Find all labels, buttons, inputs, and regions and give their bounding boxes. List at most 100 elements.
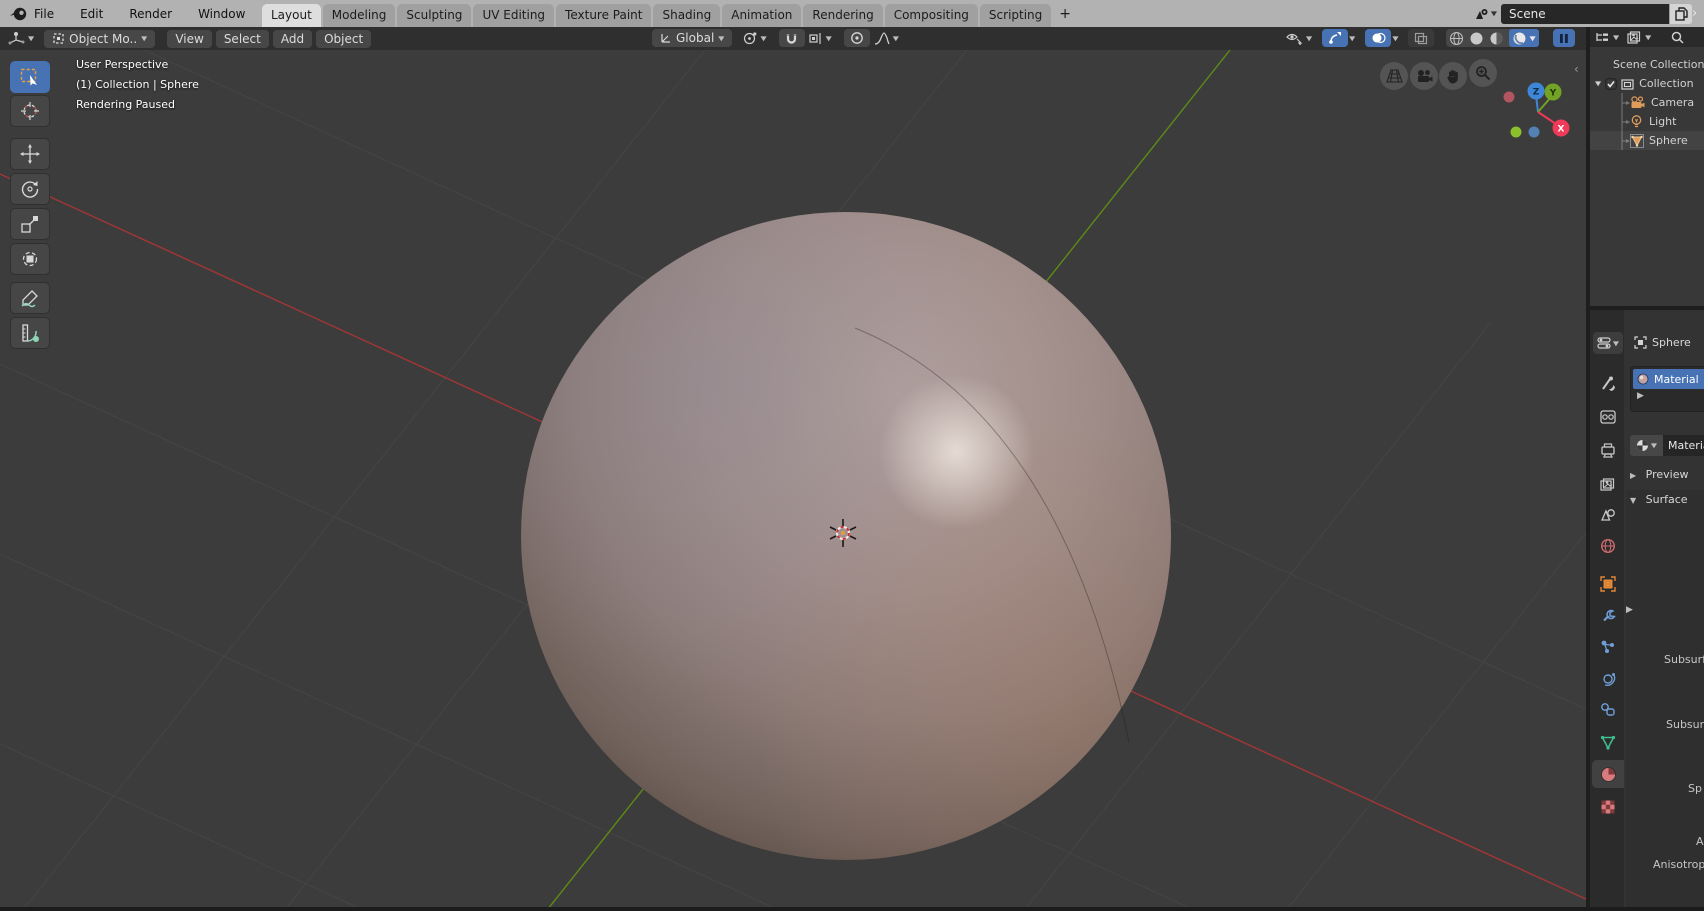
axis-y-neg-ball[interactable] xyxy=(1511,127,1522,138)
properties-editor-type-button[interactable]: ▼ xyxy=(1593,332,1623,354)
material-name-field[interactable]: Material xyxy=(1663,435,1704,456)
tab-constraints[interactable] xyxy=(1592,696,1624,724)
pivot-icon xyxy=(742,31,757,46)
outliner-row-light[interactable]: Light xyxy=(1590,112,1704,131)
tab-layout[interactable]: Layout xyxy=(262,4,321,27)
tool-annotate[interactable] xyxy=(10,282,50,314)
outliner-filter-dropdown[interactable]: ▼ xyxy=(1595,31,1619,44)
blender-logo-icon[interactable] xyxy=(9,5,28,22)
pan-view-button[interactable] xyxy=(1439,62,1467,90)
menu-edit[interactable]: Edit xyxy=(80,7,103,21)
panel-surface-header[interactable]: ▼ Surface xyxy=(1630,493,1688,506)
collapse-region-arrow[interactable]: ‹ xyxy=(1574,62,1579,76)
proportional-falloff-dropdown[interactable]: ▼ xyxy=(874,32,899,45)
camera-view-button[interactable] xyxy=(1410,62,1438,90)
tab-world[interactable] xyxy=(1592,532,1624,560)
tab-particles[interactable] xyxy=(1592,633,1624,661)
tab-output[interactable] xyxy=(1592,436,1624,464)
outliner-display-mode-dropdown[interactable]: ▼ xyxy=(1627,30,1651,44)
unlink-scene-button[interactable]: › xyxy=(1692,4,1704,24)
menu-file[interactable]: File xyxy=(34,7,54,21)
tool-move[interactable] xyxy=(10,138,50,170)
tab-view-layer[interactable] xyxy=(1592,469,1624,497)
gizmo-dropdown[interactable]: ▼ xyxy=(1349,34,1355,41)
add-workspace-button[interactable]: + xyxy=(1053,4,1077,27)
editor-type-button[interactable]: ▼ xyxy=(8,31,34,46)
tab-shading[interactable]: Shading xyxy=(653,4,720,27)
shading-wireframe-button[interactable] xyxy=(1449,31,1464,46)
render-tab-icon xyxy=(1600,410,1616,424)
scene-name-field[interactable]: Scene xyxy=(1501,4,1669,24)
slot-expand-arrow[interactable]: ▶ xyxy=(1637,391,1644,401)
xray-toggle[interactable] xyxy=(1408,29,1434,47)
surface-label-anisotropic-rotation: Anisotropi xyxy=(1653,858,1704,871)
view-menu[interactable]: View xyxy=(167,30,211,48)
show-overlays-toggle[interactable] xyxy=(1365,29,1391,47)
tab-scene[interactable] xyxy=(1592,500,1624,528)
shading-material-button[interactable] xyxy=(1489,31,1504,46)
shading-solid-button[interactable] xyxy=(1469,31,1484,46)
axis-x-neg-ball[interactable] xyxy=(1504,92,1515,103)
tab-texture[interactable] xyxy=(1592,793,1624,821)
outliner-row-camera[interactable]: Camera xyxy=(1590,93,1704,112)
tab-compositing[interactable]: Compositing xyxy=(885,4,978,27)
tab-physics[interactable] xyxy=(1592,665,1624,693)
select-menu[interactable]: Select xyxy=(216,30,269,48)
viewport-3d[interactable]: User Perspective (1) Collection | Sphere… xyxy=(0,50,1588,911)
tab-sculpting[interactable]: Sculpting xyxy=(397,4,471,27)
tab-material[interactable] xyxy=(1592,760,1624,788)
browse-material-button[interactable]: ▼ xyxy=(1630,435,1663,456)
tab-rendering[interactable]: Rendering xyxy=(803,4,882,27)
checkbox-checked-icon[interactable] xyxy=(1605,78,1617,90)
overlays-dropdown[interactable]: ▼ xyxy=(1392,34,1398,41)
panel-preview-header[interactable]: ▶ Preview xyxy=(1630,468,1688,481)
pivot-point-dropdown[interactable]: ▼ xyxy=(742,31,766,46)
move-icon xyxy=(20,144,40,164)
tab-object[interactable] xyxy=(1592,570,1624,598)
tool-select-box[interactable] xyxy=(10,61,50,93)
expand-arrow-icon[interactable]: ▼ xyxy=(1595,80,1601,87)
snap-toggle[interactable] xyxy=(779,29,805,47)
object-visibility-dropdown[interactable]: ▼ xyxy=(1286,31,1312,45)
object-menu[interactable]: Object xyxy=(316,30,371,48)
menu-window[interactable]: Window xyxy=(198,7,245,21)
material-slot-selected[interactable]: Material xyxy=(1633,369,1704,389)
outliner-row-collection[interactable]: ▼ Collection xyxy=(1590,74,1704,93)
proportional-editing-toggle[interactable] xyxy=(844,29,870,47)
tab-object-data[interactable] xyxy=(1592,728,1624,756)
outliner-search-icon[interactable] xyxy=(1671,31,1684,44)
tab-modifiers[interactable] xyxy=(1592,602,1624,630)
socket-expand-arrow[interactable]: ▶ xyxy=(1626,605,1633,615)
new-scene-button[interactable] xyxy=(1669,4,1692,24)
mode-dropdown[interactable]: Object Mo.. ▼ xyxy=(44,30,155,48)
snap-target-dropdown[interactable]: ▼ xyxy=(809,32,832,45)
tool-rotate[interactable] xyxy=(10,173,50,205)
shading-rendered-button[interactable]: ▼ xyxy=(1509,29,1538,47)
zoom-view-button[interactable] xyxy=(1469,59,1497,87)
show-gizmo-toggle[interactable] xyxy=(1322,29,1348,47)
pause-render-button[interactable] xyxy=(1553,29,1575,47)
toggle-perspective-button[interactable] xyxy=(1380,62,1408,90)
tab-modeling[interactable]: Modeling xyxy=(323,4,396,27)
outliner-row-scene-collection[interactable]: Scene Collection xyxy=(1590,55,1704,74)
tab-texture-paint[interactable]: Texture Paint xyxy=(556,4,651,27)
tab-render[interactable] xyxy=(1592,403,1624,431)
axis-z-neg-ball[interactable] xyxy=(1529,127,1540,138)
tool-measure[interactable] xyxy=(10,317,50,349)
menu-render[interactable]: Render xyxy=(129,7,172,21)
axis-gizmo[interactable]: Z Y X xyxy=(1498,68,1582,148)
tool-scale[interactable] xyxy=(10,208,50,240)
add-menu[interactable]: Add xyxy=(273,30,312,48)
outliner-row-sphere[interactable]: Sphere xyxy=(1590,131,1704,150)
tab-animation[interactable]: Animation xyxy=(722,4,801,27)
tab-scripting[interactable]: Scripting xyxy=(980,4,1051,27)
light-data-icon xyxy=(1630,115,1643,129)
tab-tool[interactable] xyxy=(1592,370,1624,398)
tool-transform[interactable] xyxy=(10,243,50,275)
breadcrumb-object-name[interactable]: Sphere xyxy=(1652,336,1691,349)
tool-cursor[interactable] xyxy=(10,95,50,127)
transform-orientation-dropdown[interactable]: Global ▼ xyxy=(652,29,732,47)
scene-datablock-icon[interactable]: ▼ xyxy=(1469,4,1501,24)
cursor-3d xyxy=(828,518,858,548)
tab-uv-editing[interactable]: UV Editing xyxy=(473,4,554,27)
